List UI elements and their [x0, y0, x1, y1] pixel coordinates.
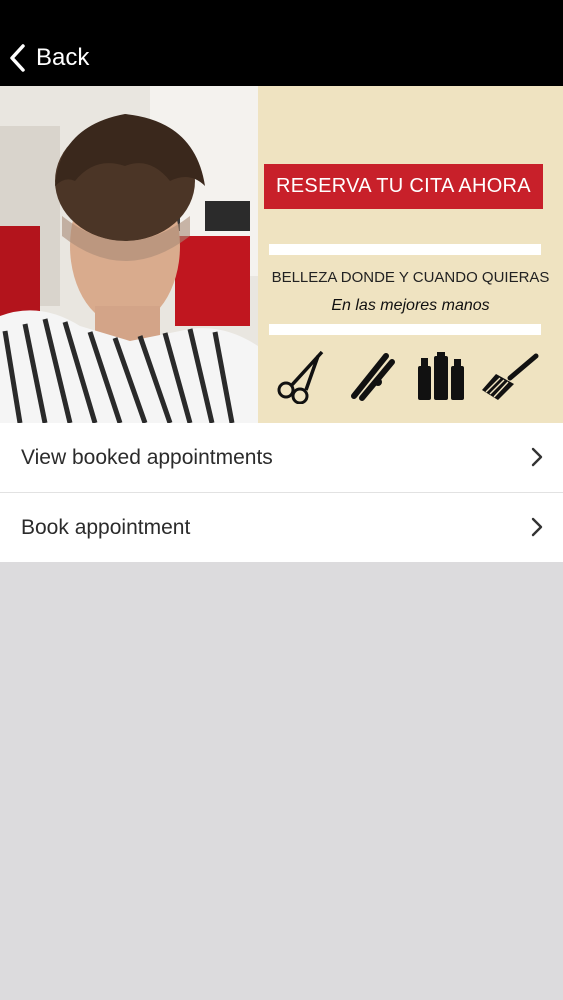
appointments-menu: View booked appointments Book appointmen… — [0, 423, 563, 562]
promo-banner: RESERVA TU CITA AHORA BELLEZA DONDE Y CU… — [0, 86, 563, 423]
subline: En las mejores manos — [331, 297, 490, 314]
back-label: Back — [36, 44, 90, 71]
book-appointment-item[interactable]: Book appointment — [0, 493, 563, 562]
chevron-right-icon — [531, 447, 543, 467]
menu-item-label: View booked appointments — [21, 445, 273, 469]
divider-bottom — [269, 324, 541, 335]
back-button[interactable]: Back — [8, 38, 89, 78]
top-bar: Back — [0, 0, 563, 86]
cta-banner: RESERVA TU CITA AHORA — [264, 164, 543, 209]
bottles-icon — [418, 352, 464, 400]
barber-photo — [0, 86, 258, 423]
view-booked-appointments-item[interactable]: View booked appointments — [0, 423, 563, 493]
tagline: BELLEZA DONDE Y CUANDO QUIERAS — [271, 269, 550, 286]
promo-panel: RESERVA TU CITA AHORA BELLEZA DONDE Y CU… — [258, 86, 563, 423]
menu-item-label: Book appointment — [21, 515, 191, 539]
dye-brush-icon — [482, 353, 539, 400]
divider-top — [269, 244, 541, 255]
chevron-left-icon — [10, 44, 25, 72]
chevron-right-icon — [531, 517, 543, 537]
scissors-icon — [277, 350, 324, 404]
hair-straightener-icon — [351, 353, 395, 401]
